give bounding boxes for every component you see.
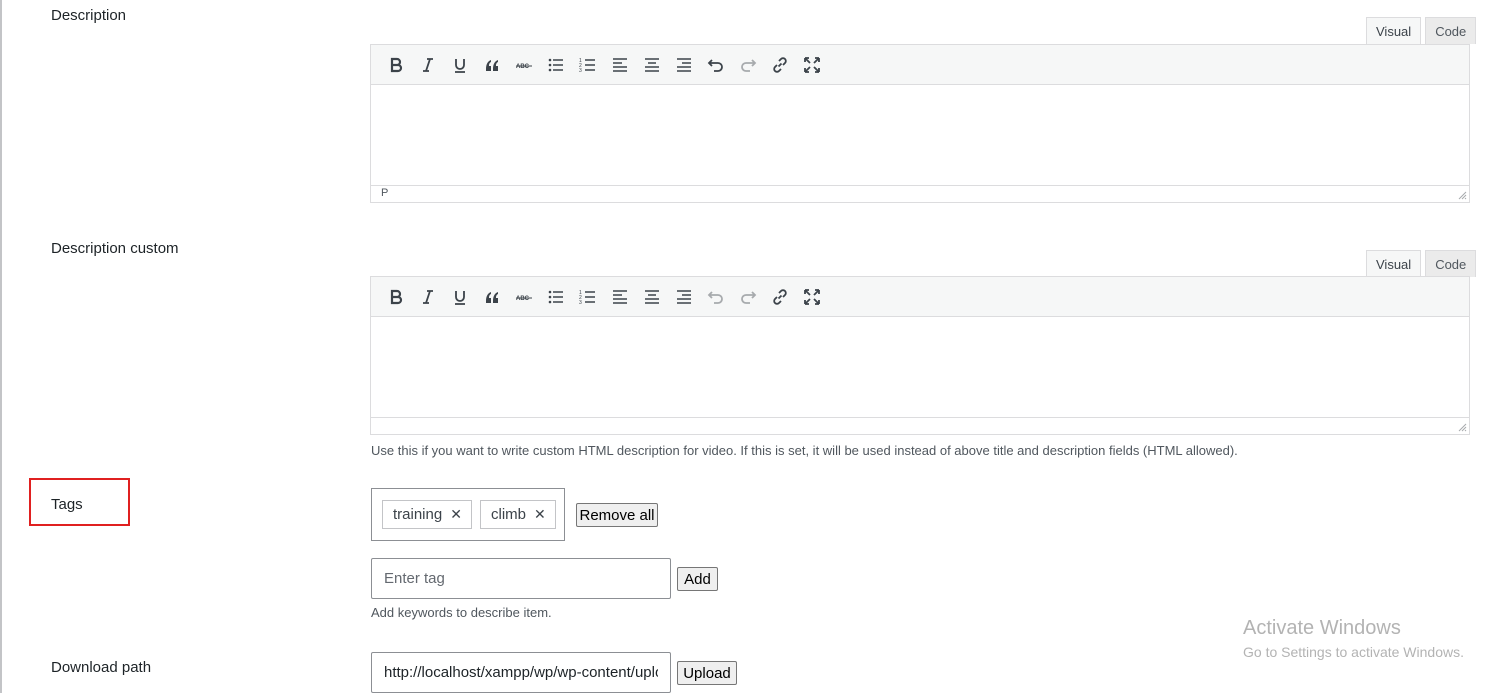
bullet-list-icon[interactable] — [540, 50, 572, 80]
strikethrough-icon[interactable]: ABC — [508, 50, 540, 80]
strikethrough-icon[interactable]: ABC — [508, 282, 540, 312]
undo-icon[interactable] — [700, 50, 732, 80]
numbered-list-icon[interactable]: 123 — [572, 50, 604, 80]
underline-icon[interactable] — [444, 282, 476, 312]
remove-all-button[interactable]: Remove all — [576, 503, 658, 527]
svg-text:3: 3 — [579, 68, 582, 74]
tag-text: training — [393, 506, 443, 523]
page-left-border — [0, 0, 2, 693]
description-custom-toolbar: ABC 123 — [371, 277, 1469, 317]
svg-text:3: 3 — [579, 300, 582, 306]
redo-icon[interactable] — [732, 282, 764, 312]
description-tab-visual[interactable]: Visual — [1366, 17, 1422, 44]
align-left-icon[interactable] — [604, 282, 636, 312]
description-content-area[interactable] — [371, 85, 1469, 185]
tag-list: training ✕ climb ✕ — [371, 488, 565, 541]
tags-label: Tags — [51, 496, 83, 513]
description-custom-label: Description custom — [51, 240, 179, 257]
link-icon[interactable] — [764, 50, 796, 80]
align-center-icon[interactable] — [636, 50, 668, 80]
resize-handle-icon[interactable] — [1458, 191, 1467, 200]
close-icon[interactable]: ✕ — [534, 506, 546, 523]
undo-icon[interactable] — [700, 282, 732, 312]
description-custom-statusbar — [371, 417, 1469, 434]
italic-icon[interactable] — [412, 50, 444, 80]
description-toolbar: ABC 123 — [371, 45, 1469, 85]
add-tag-button[interactable]: Add — [677, 567, 718, 591]
blockquote-icon[interactable] — [476, 50, 508, 80]
description-statusbar: P — [371, 185, 1469, 202]
fullscreen-icon[interactable] — [796, 282, 828, 312]
underline-icon[interactable] — [444, 50, 476, 80]
close-icon[interactable]: ✕ — [450, 506, 462, 523]
blockquote-icon[interactable] — [476, 282, 508, 312]
tag-text: climb — [491, 506, 527, 523]
fullscreen-icon[interactable] — [796, 50, 828, 80]
description-editor: ABC 123 P — [370, 44, 1470, 203]
resize-handle-icon[interactable] — [1458, 423, 1467, 432]
bold-icon[interactable] — [380, 50, 412, 80]
description-tab-code[interactable]: Code — [1425, 17, 1477, 44]
italic-icon[interactable] — [412, 282, 444, 312]
description-custom-editor-tabs: Visual Code — [1366, 250, 1477, 277]
upload-button[interactable]: Upload — [677, 661, 737, 685]
tag-chip: training ✕ — [382, 500, 472, 529]
tags-hint: Add keywords to describe item. — [371, 605, 552, 620]
element-path: P — [381, 187, 389, 199]
description-custom-editor: ABC 123 — [370, 276, 1470, 435]
align-right-icon[interactable] — [668, 50, 700, 80]
align-right-icon[interactable] — [668, 282, 700, 312]
tag-input[interactable] — [371, 558, 671, 599]
description-custom-tab-visual[interactable]: Visual — [1366, 250, 1422, 277]
redo-icon[interactable] — [732, 50, 764, 80]
download-path-input[interactable] — [371, 652, 671, 693]
activate-windows-subtitle: Go to Settings to activate Windows. — [1243, 644, 1464, 660]
description-custom-content-area[interactable] — [371, 317, 1469, 417]
description-editor-tabs: Visual Code — [1366, 17, 1477, 44]
activate-windows-title: Activate Windows — [1243, 617, 1401, 639]
svg-text:ABC: ABC — [516, 296, 530, 302]
align-left-icon[interactable] — [604, 50, 636, 80]
bold-icon[interactable] — [380, 282, 412, 312]
description-label: Description — [51, 7, 127, 24]
description-custom-hint: Use this if you want to write custom HTM… — [371, 443, 1238, 458]
align-center-icon[interactable] — [636, 282, 668, 312]
download-path-label: Download path — [51, 659, 152, 676]
bullet-list-icon[interactable] — [540, 282, 572, 312]
svg-text:ABC: ABC — [516, 64, 530, 70]
link-icon[interactable] — [764, 282, 796, 312]
tag-chip: climb ✕ — [480, 500, 556, 529]
numbered-list-icon[interactable]: 123 — [572, 282, 604, 312]
description-custom-tab-code[interactable]: Code — [1425, 250, 1477, 277]
